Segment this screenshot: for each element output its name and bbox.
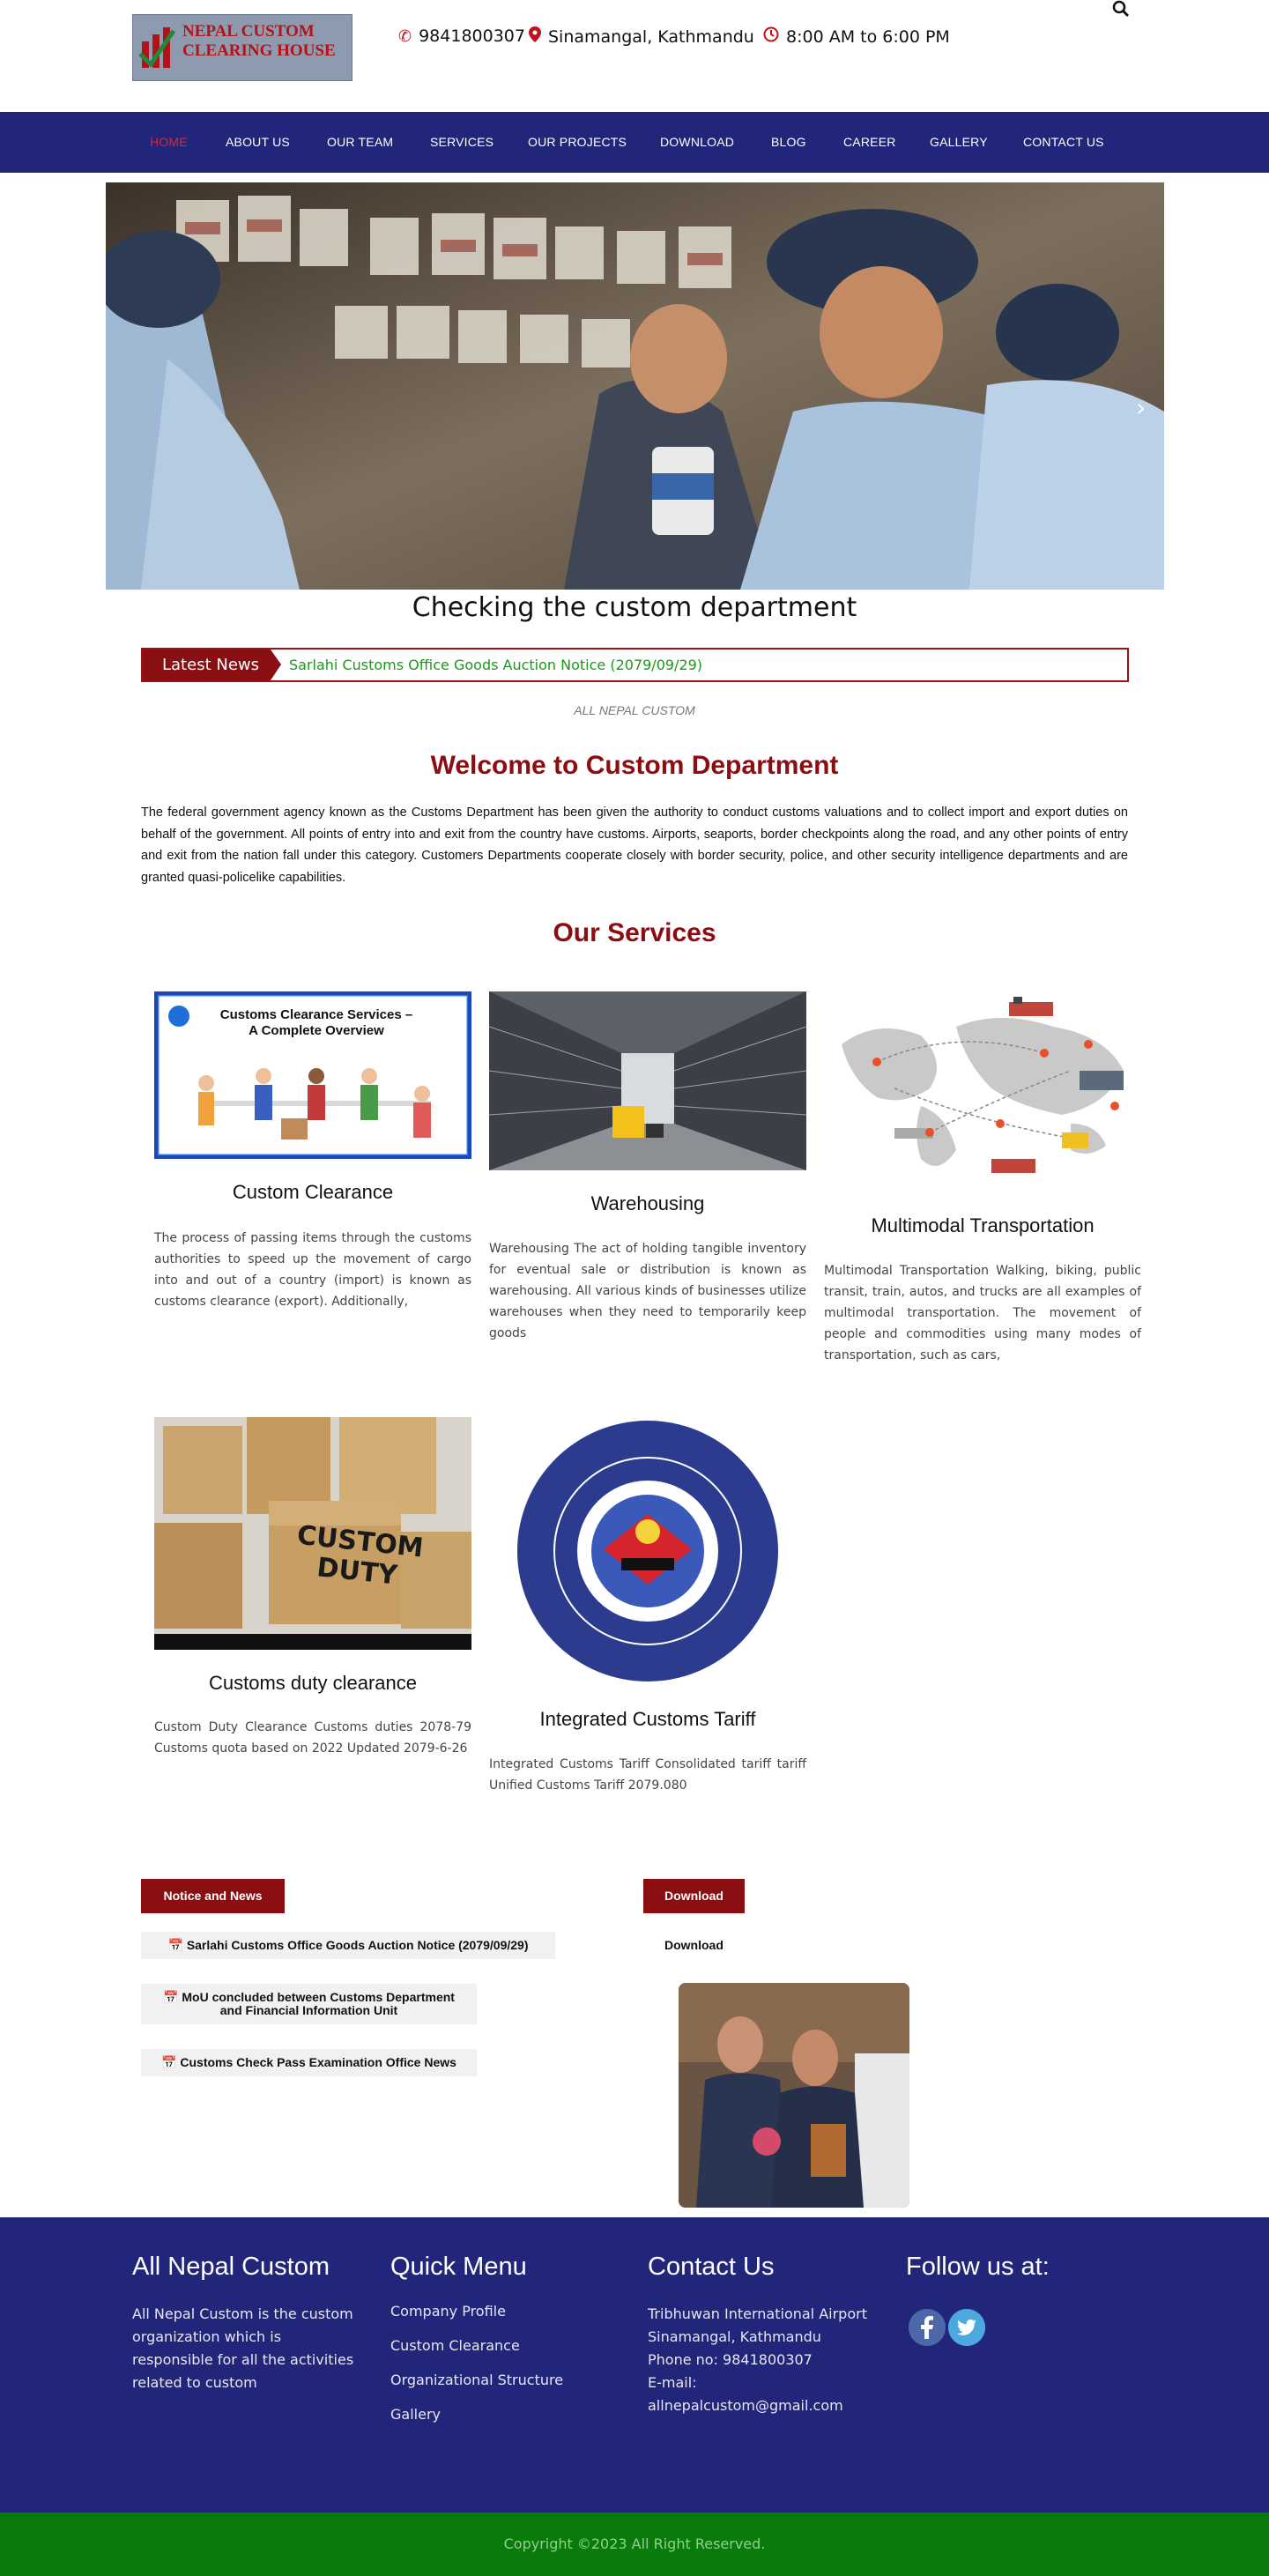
header-location: Sinamangal, Kathmandu <box>529 26 754 47</box>
service-title: Customs duty clearance <box>209 1672 417 1694</box>
service-desc: Multimodal Transportation Walking, bikin… <box>824 1264 1141 1362</box>
services-title: Our Services <box>553 918 716 947</box>
latest-news-bar: Latest News Sarlahi Customs Office Goods… <box>141 648 1129 682</box>
slide-caption: Checking the custom department <box>412 592 857 623</box>
service-card-customs-duty[interactable]: CUSTOM DUTY Customs duty clearance Custo… <box>154 1417 471 1761</box>
calendar-icon: 📅 <box>167 1938 183 1952</box>
footer-contact-heading: Contact Us <box>648 2253 775 2281</box>
footer-link-company-profile[interactable]: Company Profile <box>390 2303 620 2320</box>
logo-line2: CLEARING HOUSE <box>182 41 336 60</box>
footer-contact-email[interactable]: E-mail: allnepalcustom@gmail.com <box>648 2372 894 2417</box>
service-card-multimodal[interactable]: Multimodal Transportation Multimodal Tra… <box>824 991 1141 1370</box>
header-hours: 8:00 AM to 6:00 PM <box>763 26 950 47</box>
notice-item-text: Customs Check Pass Examination Office Ne… <box>180 2055 456 2069</box>
footer: All Nepal Custom All Nepal Custom is the… <box>0 2217 1269 2513</box>
footer-follow-heading: Follow us at: <box>906 2253 1050 2281</box>
notice-item-text: Sarlahi Customs Office Goods Auction Not… <box>186 1938 529 1952</box>
service-title: Multimodal Transportation <box>871 1214 1095 1236</box>
footer-follow: Follow us at: <box>906 2253 1135 2303</box>
footer-about: All Nepal Custom All Nepal Custom is the… <box>132 2253 361 2394</box>
footer-link-custom-clearance[interactable]: Custom Clearance <box>390 2337 620 2354</box>
twitter-icon[interactable] <box>948 2309 985 2346</box>
latest-news-label: Latest News <box>143 650 281 680</box>
calendar-icon: 📅 <box>163 1990 179 2004</box>
service-image-title: Customs Clearance Services – <box>219 1007 413 1022</box>
notice-item-text: MoU concluded between Customs Department… <box>182 1990 455 2017</box>
nav-item-about-us[interactable]: ABOUT US <box>226 135 290 149</box>
service-card-custom-clearance[interactable]: Customs Clearance Services – A Complete … <box>154 991 471 1326</box>
footer-contact: Contact Us Tribhuwan International Airpo… <box>648 2253 894 2417</box>
header-phone[interactable]: ✆ 9841800307 <box>398 26 525 46</box>
service-desc: Warehousing The act of holding tangible … <box>489 1242 806 1340</box>
notice-item[interactable]: 📅 Customs Check Pass Examination Office … <box>141 2049 477 2076</box>
nav-item-gallery[interactable]: GALLERY <box>930 135 988 149</box>
service-card-integrated-tariff[interactable]: Integrated Customs Tariff Integrated Cus… <box>489 1417 806 1805</box>
nav-item-services[interactable]: SERVICES <box>430 135 494 149</box>
service-image-nepal-customs-emblem <box>489 1417 806 1686</box>
header-phone-text: 9841800307 <box>419 26 525 46</box>
footer-quick-menu-heading: Quick Menu <box>390 2253 527 2281</box>
nav-item-career[interactable]: CAREER <box>843 135 896 149</box>
service-desc: Custom Duty Clearance Customs duties 207… <box>154 1720 471 1756</box>
footer-about-heading: All Nepal Custom <box>132 2253 330 2281</box>
logo-mark-icon <box>138 27 176 68</box>
map-pin-icon <box>529 26 541 47</box>
chevron-right-icon[interactable]: › <box>1136 393 1146 422</box>
notice-item[interactable]: 📅 Sarlahi Customs Office Goods Auction N… <box>141 1932 555 1959</box>
hero-slider-image <box>106 182 1164 590</box>
service-image-custom-clearance: Customs Clearance Services – A Complete … <box>154 991 471 1159</box>
footer-contact-address: Tribhuwan International Airport <box>648 2305 867 2322</box>
facebook-icon[interactable] <box>909 2309 946 2346</box>
service-image-banner: Customs Clearance Services – A Complete … <box>193 1007 440 1039</box>
footer-contact-phone: Phone no: 9841800307 <box>648 2351 813 2368</box>
notice-item[interactable]: 📅 MoU concluded between Customs Departme… <box>141 1984 477 2024</box>
top-header: NEPAL CUSTOM CLEARING HOUSE ✆ 9841800307… <box>0 0 1269 112</box>
logo-line1: NEPAL CUSTOM <box>182 22 315 41</box>
service-desc: Integrated Customs Tariff Consolidated t… <box>489 1757 806 1793</box>
logo[interactable]: NEPAL CUSTOM CLEARING HOUSE <box>132 14 352 81</box>
service-title: Custom Clearance <box>232 1181 394 1203</box>
nav-item-download[interactable]: DOWNLOAD <box>660 135 734 149</box>
logo-text: NEPAL CUSTOM CLEARING HOUSE <box>182 22 336 61</box>
notice-news-tab[interactable]: Notice and News <box>141 1879 285 1913</box>
nav-item-our-team[interactable]: OUR TEAM <box>327 135 393 149</box>
download-link[interactable]: Download <box>664 1938 724 1952</box>
footer-link-org-structure[interactable]: Organizational Structure <box>390 2372 620 2388</box>
page: NEPAL CUSTOM CLEARING HOUSE ✆ 9841800307… <box>0 0 1269 2576</box>
download-tab[interactable]: Download <box>643 1879 745 1913</box>
main-nav: HOME ABOUT US OUR TEAM SERVICES OUR PROJ… <box>0 112 1269 173</box>
intro-subtitle: ALL NEPAL CUSTOM <box>574 703 695 717</box>
phone-icon: ✆ <box>398 26 412 46</box>
service-image-customs-duty: CUSTOM DUTY <box>154 1417 471 1650</box>
officials-photo <box>679 1983 909 2208</box>
welcome-text: The federal government agency known as t… <box>141 805 1128 885</box>
copyright-bar: Copyright ©2023 All Right Reserved. <box>0 2513 1269 2576</box>
service-image-warehousing <box>489 991 806 1170</box>
welcome-title: Welcome to Custom Department <box>430 751 839 780</box>
search-icon[interactable] <box>1112 0 1130 18</box>
footer-quick-menu: Quick Menu Company Profile Custom Cleara… <box>390 2253 620 2440</box>
header-hours-text: 8:00 AM to 6:00 PM <box>786 26 950 47</box>
footer-contact-city: Sinamangal, Kathmandu <box>648 2328 821 2345</box>
service-image-multimodal <box>824 991 1141 1184</box>
footer-about-text: All Nepal Custom is the custom organizat… <box>132 2305 354 2391</box>
latest-news-headline[interactable]: Sarlahi Customs Office Goods Auction Not… <box>289 657 702 673</box>
clock-icon <box>763 26 779 47</box>
nav-item-contact-us[interactable]: CONTACT US <box>1023 135 1104 149</box>
nav-item-home[interactable]: HOME <box>150 135 188 149</box>
service-desc: The process of passing items through the… <box>154 1231 471 1309</box>
footer-link-gallery[interactable]: Gallery <box>390 2406 620 2423</box>
header-location-text: Sinamangal, Kathmandu <box>548 26 754 47</box>
nav-item-our-projects[interactable]: OUR PROJECTS <box>528 135 627 149</box>
service-title: Warehousing <box>590 1192 705 1214</box>
service-title: Integrated Customs Tariff <box>539 1708 756 1730</box>
service-image-subtitle: A Complete Overview <box>249 1023 384 1038</box>
calendar-icon: 📅 <box>161 2055 177 2069</box>
nav-item-blog[interactable]: BLOG <box>771 135 806 149</box>
service-card-warehousing[interactable]: Warehousing Warehousing The act of holdi… <box>489 991 806 1362</box>
